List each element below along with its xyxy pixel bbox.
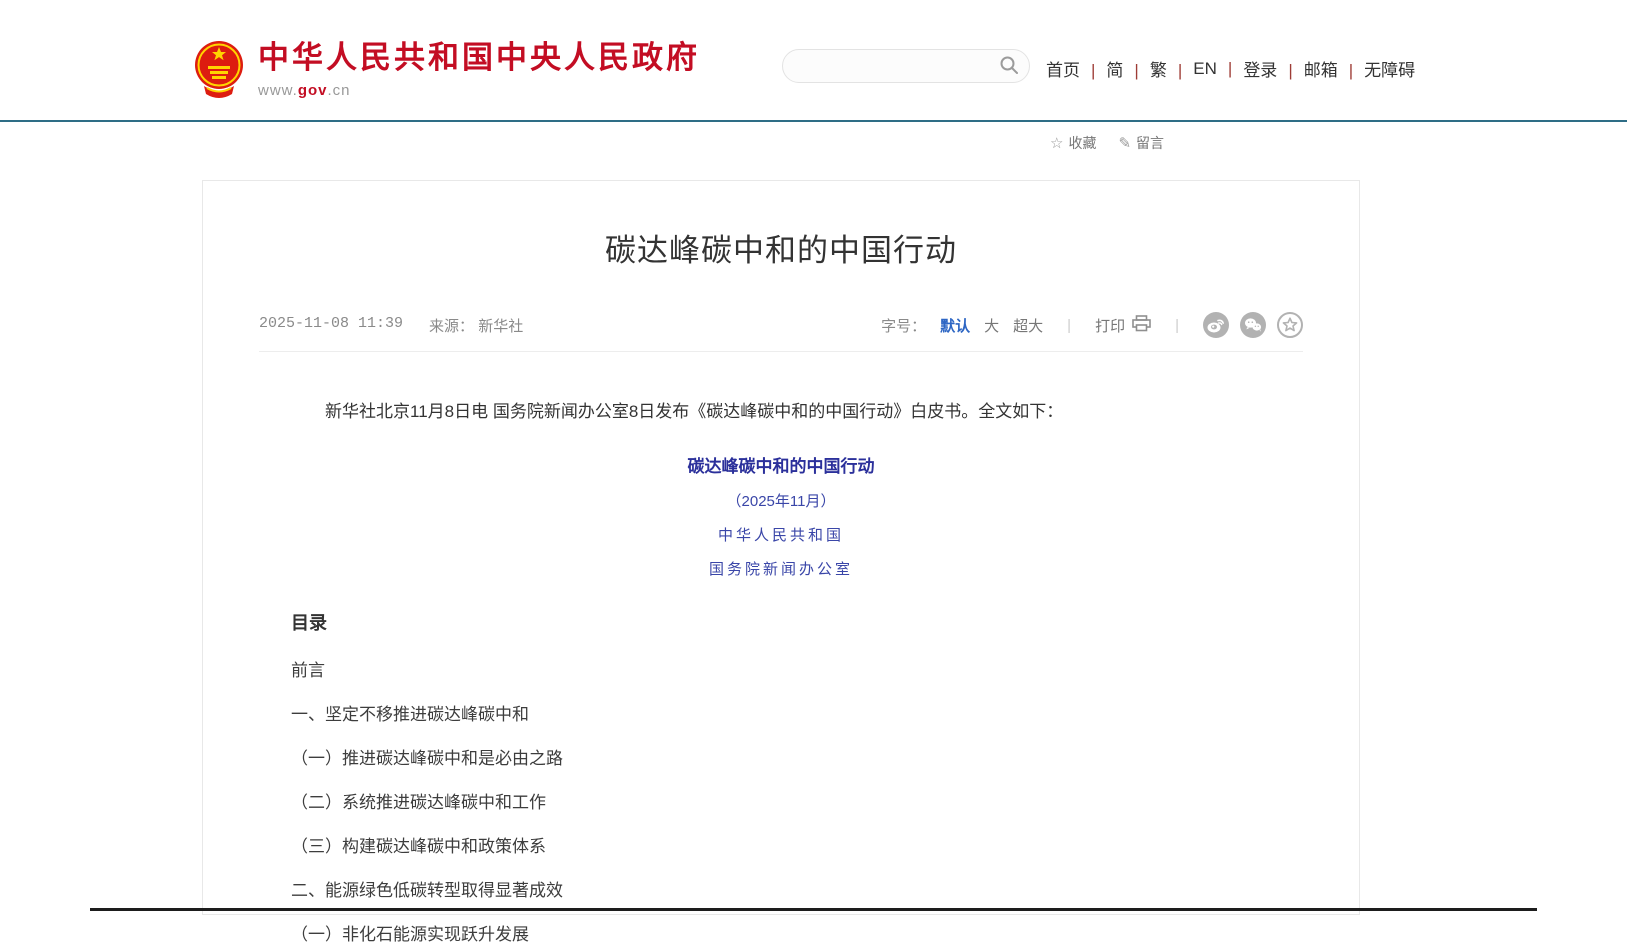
toc-item: （一）推进碳达峰碳中和是必由之路 xyxy=(291,750,1271,767)
share-weibo-icon[interactable] xyxy=(1203,312,1229,338)
page-tools: ☆ 收藏 ✎ 留言 xyxy=(1050,133,1164,153)
toc-item: 前言 xyxy=(291,662,1271,679)
document-heading: 碳达峰碳中和的中国行动 （2025年11月） 中华人民共和国 国务院新闻办公室 xyxy=(291,452,1271,579)
meta-separator: | xyxy=(1067,317,1071,334)
toc-item: 一、坚定不移推进碳达峰碳中和 xyxy=(291,706,1271,723)
site-logo-link[interactable]: 中华人民共和国中央人民政府 www.gov.cn xyxy=(194,38,700,105)
comment-label: 留言 xyxy=(1136,133,1164,153)
share-wechat-icon[interactable] xyxy=(1240,312,1266,338)
document-title: 碳达峰碳中和的中国行动 xyxy=(291,452,1271,477)
favorite-label: 收藏 xyxy=(1068,133,1096,153)
toc-item: （一）非化石能源实现跃升发展 xyxy=(291,926,1271,943)
search-icon xyxy=(999,55,1019,78)
share-icons xyxy=(1203,312,1303,338)
document-date: （2025年11月） xyxy=(291,490,1271,511)
article-meta-row: 2025-11-08 11:39 来源： 新华社 字号： 默认 大 超大 | 打… xyxy=(259,312,1303,352)
site-title: 中华人民共和国中央人民政府 xyxy=(258,42,700,75)
nav-mail[interactable]: 邮箱 xyxy=(1304,56,1364,81)
article-title: 碳达峰碳中和的中国行动 xyxy=(203,225,1359,270)
font-size-xlarge[interactable]: 超大 xyxy=(1013,315,1043,336)
footer-top-edge xyxy=(90,908,1537,911)
toc-list: 前言 一、坚定不移推进碳达峰碳中和 （一）推进碳达峰碳中和是必由之路 （二）系统… xyxy=(291,662,1271,943)
toc-item: （二）系统推进碳达峰碳中和工作 xyxy=(291,794,1271,811)
national-emblem-icon xyxy=(194,38,244,105)
article-meta-left: 2025-11-08 11:39 来源： 新华社 xyxy=(259,315,523,336)
font-size-large[interactable]: 大 xyxy=(984,315,999,336)
print-label: 打印 xyxy=(1095,315,1125,336)
star-icon: ☆ xyxy=(1050,134,1063,152)
meta-separator: | xyxy=(1175,317,1179,334)
toc-heading: 目录 xyxy=(291,609,1271,635)
article-meta-right: 字号： 默认 大 超大 | 打印 | xyxy=(881,312,1303,338)
top-navigation: 首页 简 繁 EN 登录 邮箱 无障碍 xyxy=(1046,56,1415,81)
nav-home[interactable]: 首页 xyxy=(1046,56,1106,81)
article-body: 新华社北京11月8日电 国务院新闻办公室8日发布《碳达峰碳中和的中国行动》白皮书… xyxy=(203,397,1359,943)
article-date: 2025-11-08 11:39 xyxy=(259,315,403,336)
article-source: 来源： 新华社 xyxy=(429,315,523,336)
font-size-label: 字号： xyxy=(881,315,926,336)
document-org-line2: 国务院新闻办公室 xyxy=(291,558,1271,579)
search-box xyxy=(782,49,1030,83)
toc-item: 二、能源绿色低碳转型取得显著成效 xyxy=(291,882,1271,899)
printer-icon xyxy=(1132,315,1151,336)
favorite-link[interactable]: ☆ 收藏 xyxy=(1050,133,1096,153)
nav-simplified[interactable]: 简 xyxy=(1106,56,1149,81)
toc-item: （三）构建碳达峰碳中和政策体系 xyxy=(291,838,1271,855)
lead-paragraph: 新华社北京11月8日电 国务院新闻办公室8日发布《碳达峰碳中和的中国行动》白皮书… xyxy=(291,397,1271,427)
search-input[interactable] xyxy=(799,58,999,74)
site-url: www.gov.cn xyxy=(258,82,700,99)
nav-accessibility[interactable]: 无障碍 xyxy=(1364,56,1415,81)
search-button[interactable] xyxy=(999,55,1019,78)
pencil-icon: ✎ xyxy=(1118,134,1131,152)
comment-link[interactable]: ✎ 留言 xyxy=(1118,133,1164,153)
nav-login[interactable]: 登录 xyxy=(1243,56,1303,81)
nav-traditional[interactable]: 繁 xyxy=(1150,56,1193,81)
share-qzone-star-icon[interactable] xyxy=(1277,312,1303,338)
document-org-line1: 中华人民共和国 xyxy=(291,524,1271,545)
font-size-default[interactable]: 默认 xyxy=(940,315,970,336)
print-button[interactable]: 打印 xyxy=(1095,315,1151,336)
site-header: 中华人民共和国中央人民政府 www.gov.cn 首页 简 繁 EN 登录 邮箱… xyxy=(0,0,1627,122)
article-container: 碳达峰碳中和的中国行动 2025-11-08 11:39 来源： 新华社 字号：… xyxy=(202,180,1360,915)
nav-english[interactable]: EN xyxy=(1193,59,1243,79)
